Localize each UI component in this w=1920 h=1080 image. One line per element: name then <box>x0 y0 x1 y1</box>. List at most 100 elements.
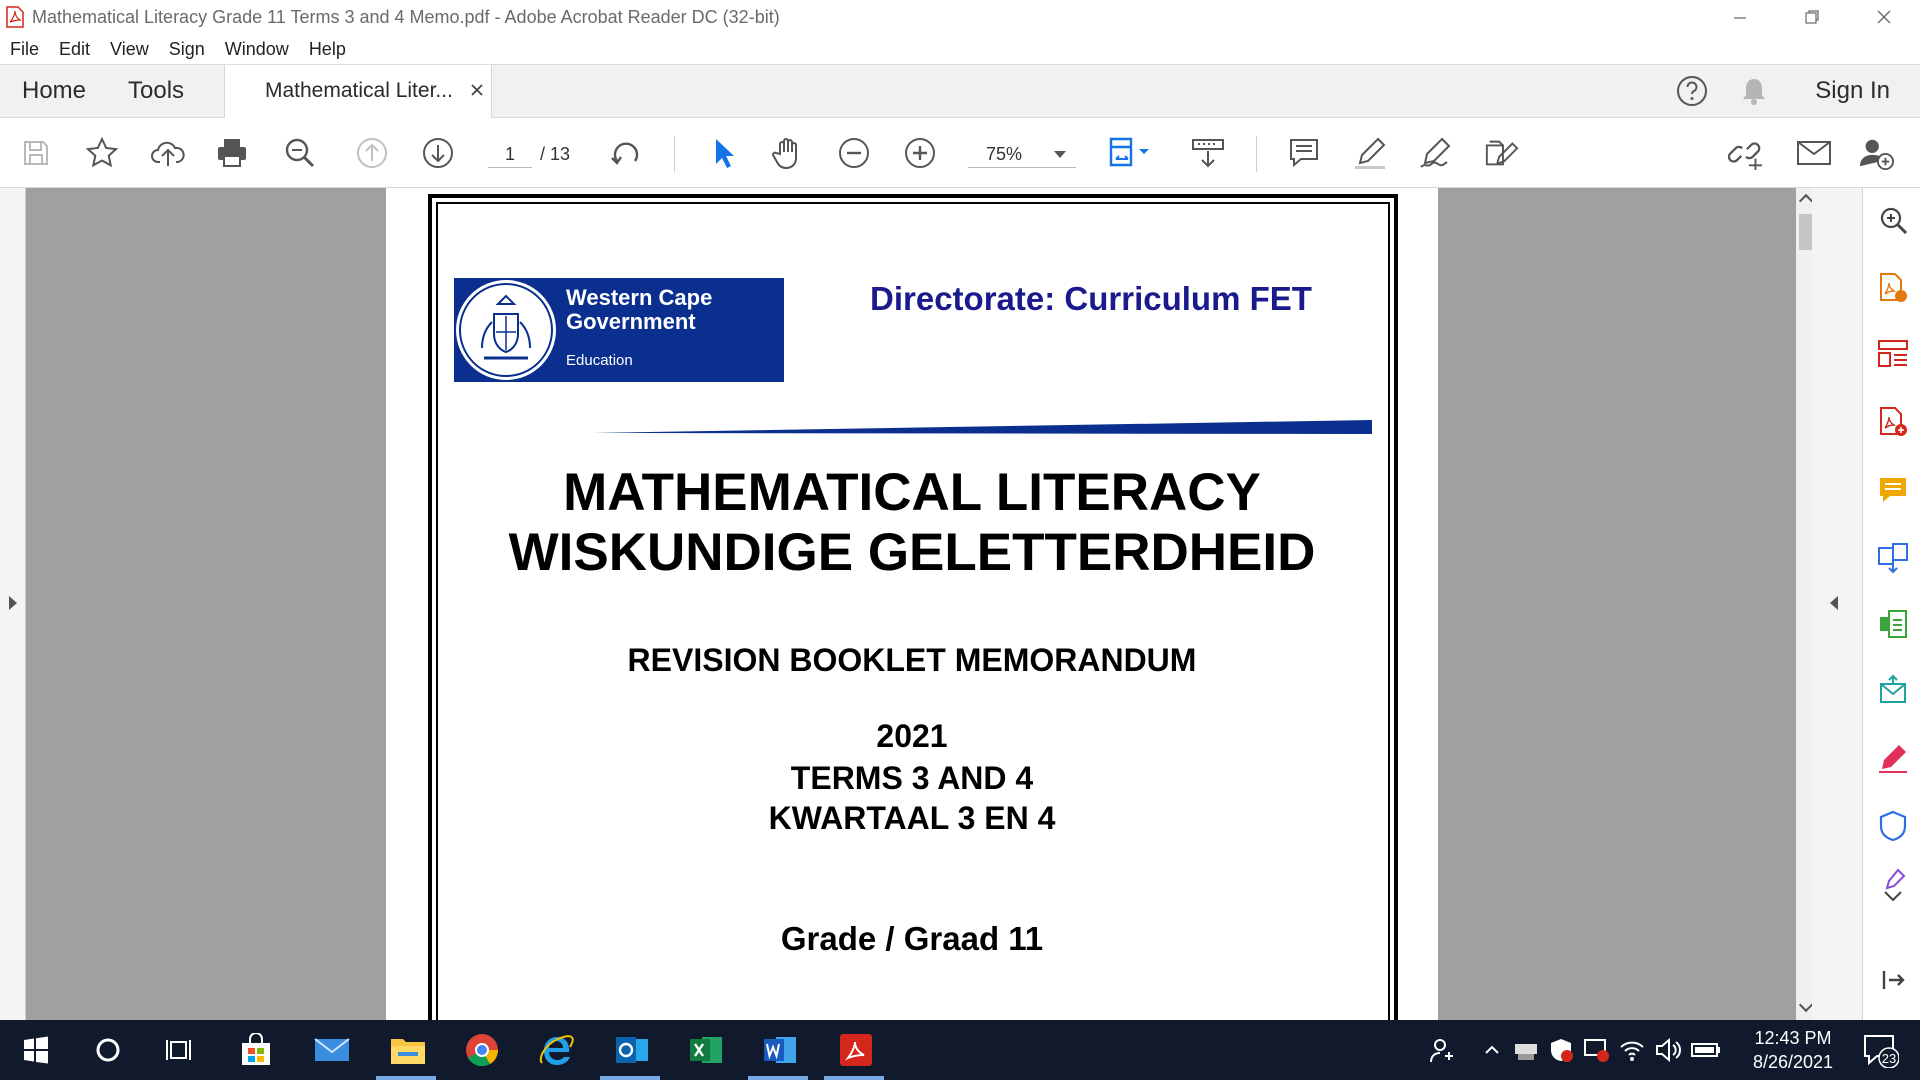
email-button[interactable] <box>1796 135 1832 171</box>
battery-icon[interactable] <box>1690 1038 1722 1062</box>
close-button[interactable] <box>1848 0 1920 34</box>
active-indicator <box>748 1076 808 1080</box>
decorative-blue-swoosh <box>592 420 1372 434</box>
pointer-arrow-icon <box>716 139 734 168</box>
tab-tools[interactable]: Tools <box>128 65 184 117</box>
add-comment-button[interactable] <box>1286 135 1322 171</box>
scrolling-mode-button[interactable] <box>1190 135 1226 171</box>
zoom-in-button[interactable] <box>902 135 938 171</box>
search-zoom-icon <box>1880 207 1908 235</box>
sign-in-button[interactable]: Sign In <box>1815 77 1890 105</box>
arrow-up-circle-icon <box>357 138 387 168</box>
print-button[interactable] <box>214 135 250 171</box>
task-view-button[interactable] <box>160 1030 200 1070</box>
tool-more-tools[interactable] <box>1877 868 1909 902</box>
taskbar-outlook[interactable] <box>612 1030 652 1070</box>
page-total-label: / 13 <box>540 144 571 164</box>
page-number-input[interactable]: 1 <box>488 140 532 168</box>
zoom-level-select[interactable]: 75% <box>968 140 1076 168</box>
scroll-up-icon[interactable] <box>1798 193 1814 209</box>
tool-export-pdf[interactable] <box>1877 272 1909 304</box>
taskbar-mail[interactable] <box>312 1030 352 1070</box>
tool-fill-sign[interactable] <box>1877 742 1909 774</box>
minimize-button[interactable] <box>1704 0 1776 34</box>
notifications-bell-icon[interactable] <box>1737 74 1771 108</box>
taskbar-acrobat[interactable] <box>836 1030 876 1070</box>
volume-icon[interactable] <box>1654 1037 1682 1063</box>
collapse-tools-pane[interactable] <box>1877 964 1909 996</box>
save-button[interactable] <box>18 135 54 171</box>
word-icon <box>764 1037 796 1063</box>
tool-send-for-review[interactable] <box>1877 674 1909 706</box>
action-center-button[interactable]: 23 <box>1856 1030 1904 1070</box>
tool-protect[interactable] <box>1877 810 1909 842</box>
arrow-down-circle-icon <box>423 138 453 168</box>
taskbar-excel[interactable] <box>686 1030 726 1070</box>
share-link-button[interactable] <box>1728 135 1764 171</box>
document-viewport[interactable]: Western Cape Government Education Directo… <box>0 188 1862 1034</box>
mail-app-icon <box>314 1038 350 1061</box>
directorate-heading: Directorate: Curriculum FET <box>870 280 1312 317</box>
taskbar-store[interactable] <box>236 1030 276 1070</box>
tool-search[interactable] <box>1877 204 1909 236</box>
chevron-left-icon <box>1830 596 1838 610</box>
security-shield-icon[interactable] <box>1548 1037 1574 1063</box>
taskbar-clock[interactable]: 12:43 PM 8/26/2021 <box>1738 1026 1848 1074</box>
taskbar-chrome[interactable] <box>462 1030 502 1070</box>
document-tab-label: Mathematical Liter... <box>265 79 453 102</box>
document-kwartaal: KWARTAAL 3 EN 4 <box>768 800 1056 836</box>
restore-icon <box>1805 10 1819 24</box>
tabbar-right-group: Sign In <box>1675 65 1920 117</box>
close-tab-icon[interactable] <box>467 80 487 100</box>
start-button[interactable] <box>16 1030 56 1070</box>
chevron-up-icon[interactable] <box>1482 1040 1502 1060</box>
share-user-button[interactable] <box>1858 135 1894 171</box>
taskbar-internet-explorer[interactable] <box>536 1030 576 1070</box>
tool-create-pdf[interactable] <box>1877 406 1909 438</box>
monitor-alert-icon[interactable] <box>1582 1037 1610 1063</box>
windows-logo-icon <box>24 1036 48 1064</box>
taskbar-word[interactable] <box>760 1030 800 1070</box>
acrobat-reader-icon <box>840 1034 872 1066</box>
window-title: Mathematical Literacy Grade 11 Terms 3 a… <box>32 6 780 27</box>
rotate-button[interactable] <box>608 135 644 171</box>
select-tool-button[interactable] <box>706 135 742 171</box>
help-icon[interactable] <box>1675 74 1709 108</box>
hand-tool-button[interactable] <box>770 135 806 171</box>
previous-page-button[interactable] <box>354 135 390 171</box>
storage-device-icon[interactable] <box>1512 1038 1540 1062</box>
tab-home[interactable]: Home <box>22 65 86 117</box>
menu-edit[interactable]: Edit <box>59 39 90 60</box>
restore-button[interactable] <box>1776 0 1848 34</box>
menu-help[interactable]: Help <box>309 39 346 60</box>
scroll-down-icon[interactable] <box>1798 997 1814 1013</box>
taskbar-file-explorer[interactable] <box>388 1030 428 1070</box>
zoom-out-button[interactable] <box>836 135 872 171</box>
comment-tool-icon <box>1880 478 1906 502</box>
page-fit-button[interactable] <box>1106 135 1158 171</box>
fill-sign-button[interactable] <box>1418 135 1454 171</box>
bookmark-button[interactable] <box>84 135 120 171</box>
tool-combine-files[interactable] <box>1877 542 1909 574</box>
pdf-page: Western Cape Government Education Directo… <box>386 188 1438 1034</box>
menu-window[interactable]: Window <box>225 39 289 60</box>
people-icon[interactable] <box>1428 1036 1456 1064</box>
upload-button[interactable] <box>150 135 186 171</box>
menu-sign[interactable]: Sign <box>169 39 205 60</box>
highlight-button[interactable] <box>1352 135 1388 171</box>
tab-document[interactable]: Mathematical Liter... <box>224 65 492 118</box>
wifi-icon[interactable] <box>1618 1037 1646 1063</box>
menu-file[interactable]: File <box>10 39 39 60</box>
left-navigation-pane-toggle[interactable] <box>0 188 26 1020</box>
scrollbar-thumb[interactable] <box>1799 214 1813 250</box>
tool-organize-pages[interactable] <box>1877 338 1909 370</box>
menu-view[interactable]: View <box>110 39 149 60</box>
tool-compress[interactable] <box>1877 608 1909 640</box>
next-page-button[interactable] <box>420 135 456 171</box>
edit-pdf-button[interactable] <box>1484 135 1520 171</box>
tool-comment[interactable] <box>1877 474 1909 506</box>
right-pane-toggle[interactable] <box>1812 188 1862 1020</box>
find-button[interactable] <box>282 135 318 171</box>
chevron-down-icon <box>1054 151 1066 158</box>
search-button[interactable] <box>88 1030 128 1070</box>
